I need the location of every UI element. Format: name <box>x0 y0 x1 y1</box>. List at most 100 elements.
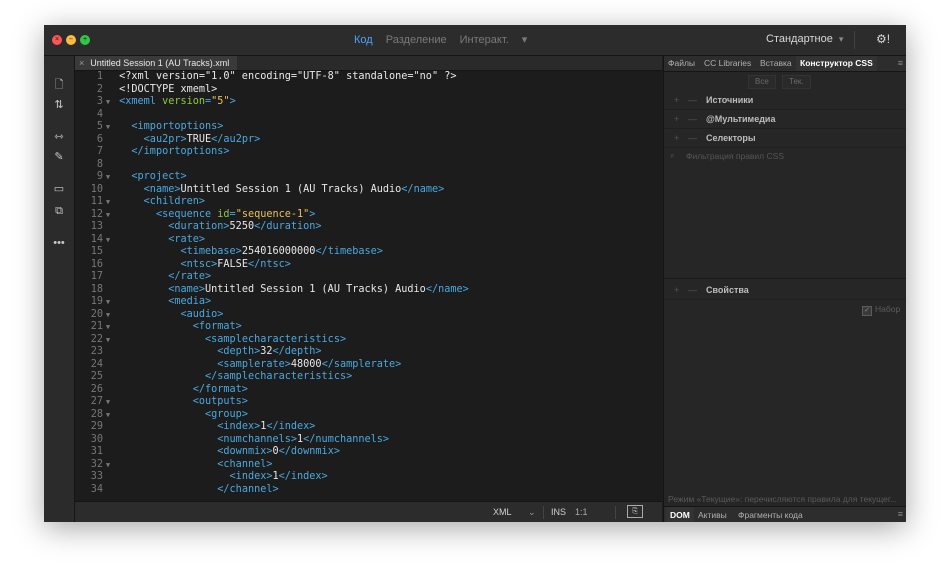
code-line[interactable]: 14 ▼ <rate> <box>75 234 205 247</box>
code-line[interactable]: 33 <index>1</index> <box>75 471 328 484</box>
minus-icon[interactable]: — <box>688 285 697 295</box>
tab-insert[interactable]: Вставка <box>760 56 792 71</box>
xml-tag: <children> <box>143 196 206 207</box>
code-line[interactable]: 4 <box>75 109 119 122</box>
chevron-down-icon[interactable]: ⌄ <box>528 507 536 518</box>
media-section[interactable]: + — @Мультимедиа <box>664 110 906 129</box>
code-line[interactable]: 16 <ntsc>FALSE</ntsc> <box>75 259 291 272</box>
code-line[interactable]: 5 ▼ <importoptions> <box>75 121 224 134</box>
minus-icon[interactable]: — <box>688 133 697 143</box>
link-icon[interactable]: ⇿ <box>50 128 68 146</box>
fold-arrow-icon[interactable]: ▼ <box>103 459 113 472</box>
close-icon[interactable]: × <box>79 58 84 68</box>
code-line[interactable]: 6 <au2pr>TRUE</au2pr> <box>75 134 260 147</box>
maximize-window-button[interactable]: + <box>80 35 90 45</box>
minus-icon[interactable]: — <box>688 114 697 124</box>
sources-section[interactable]: + — Источники <box>664 91 906 110</box>
fold-arrow-icon[interactable]: ▼ <box>103 171 113 184</box>
line-number: 30 <box>90 433 103 445</box>
mode-split-button[interactable]: Разделение <box>386 34 447 46</box>
preview-icon[interactable]: ⧉ <box>50 202 68 220</box>
code-line[interactable]: 25 </samplecharacteristics> <box>75 371 353 384</box>
code-line[interactable]: 22 ▼ <samplecharacteristics> <box>75 334 346 347</box>
code-line[interactable]: 9 ▼ <project> <box>75 171 187 184</box>
code-line[interactable]: 34 </channel> <box>75 484 279 497</box>
wand-icon[interactable]: ✎ <box>50 148 68 166</box>
code-line[interactable]: 18 <name>Untitled Session 1 (AU Tracks) … <box>75 284 469 297</box>
plus-icon[interactable]: + <box>674 133 679 143</box>
properties-section[interactable]: + — Свойства <box>664 281 906 300</box>
code-line[interactable]: 3 ▼ <xmeml version="5"> <box>75 96 236 109</box>
selectors-section[interactable]: + — Селекторы <box>664 129 906 148</box>
code-line[interactable]: 13 <duration>5250</duration> <box>75 221 322 234</box>
menu-icon[interactable]: ≡ <box>898 509 903 519</box>
code-line[interactable]: 19 ▼ <media> <box>75 296 211 309</box>
code-line[interactable]: 23 <depth>32</depth> <box>75 346 322 359</box>
code-line[interactable]: 2 <!DOCTYPE xmeml> <box>75 84 217 97</box>
tab-snippets[interactable]: Фрагменты кода <box>738 507 803 522</box>
plus-icon[interactable]: + <box>674 95 679 105</box>
fold-arrow-icon[interactable]: ▼ <box>103 196 113 209</box>
fold-arrow-icon[interactable]: ▼ <box>103 334 113 347</box>
code-editor[interactable]: × Untitled Session 1 (AU Tracks).xml 1 <?… <box>75 56 662 522</box>
close-window-button[interactable]: × <box>52 35 62 45</box>
fold-arrow-icon[interactable]: ▼ <box>103 396 113 409</box>
fold-arrow-icon[interactable]: ▼ <box>103 296 113 309</box>
insert-mode-indicator[interactable]: INS <box>551 507 566 517</box>
code-line[interactable]: 30 <numchannels>1</numchannels> <box>75 434 389 447</box>
code-line[interactable]: 29 <index>1</index> <box>75 421 316 434</box>
fold-arrow-icon[interactable]: ▼ <box>103 209 113 222</box>
code-line[interactable]: 31 <downmix>0</downmix> <box>75 446 340 459</box>
minus-icon[interactable]: — <box>688 95 697 105</box>
code-line[interactable]: 20 ▼ <audio> <box>75 309 224 322</box>
code-line[interactable]: 11 ▼ <children> <box>75 196 205 209</box>
sort-icon[interactable]: ⇅ <box>50 96 68 114</box>
show-all-button[interactable]: Все <box>748 75 776 89</box>
code-line[interactable]: 1 <?xml version="1.0" encoding="UTF-8" s… <box>75 71 457 84</box>
more-icon[interactable]: ••• <box>50 234 68 252</box>
tab-dom[interactable]: DOM <box>666 507 694 522</box>
code-line[interactable]: 27 ▼ <outputs> <box>75 396 248 409</box>
mode-code-button[interactable]: Код <box>354 34 373 46</box>
mode-interactive-button[interactable]: Интеракт. <box>460 34 509 46</box>
code-line[interactable]: 24 <samplerate>48000</samplerate> <box>75 359 402 372</box>
fold-arrow-icon[interactable]: ▼ <box>103 321 113 334</box>
show-set-checkbox[interactable]: ✓ Набор <box>862 304 900 316</box>
file-icon[interactable]: 🗋 <box>50 76 68 94</box>
live-view-icon[interactable]: ⎘ <box>627 505 643 518</box>
checkbox-icon[interactable]: ✓ <box>862 306 872 316</box>
plus-icon[interactable]: + <box>674 114 679 124</box>
tab-assets[interactable]: Активы <box>698 507 727 522</box>
code-line[interactable]: 15 <timebase>254016000000</timebase> <box>75 246 383 259</box>
comment-icon[interactable]: ▭ <box>50 180 68 198</box>
fold-arrow-icon[interactable]: ▼ <box>103 96 113 109</box>
code-area[interactable]: 1 <?xml version="1.0" encoding="UTF-8" s… <box>75 71 662 499</box>
plus-icon[interactable]: + <box>674 285 679 295</box>
code-line[interactable]: 28 ▼ <group> <box>75 409 248 422</box>
workspace-layout-dropdown[interactable]: Стандартное ▾ <box>766 33 843 45</box>
code-line[interactable]: 32 ▼ <channel> <box>75 459 273 472</box>
code-line[interactable]: 8 <box>75 159 119 172</box>
code-line[interactable]: 26 </format> <box>75 384 248 397</box>
tab-cc-libraries[interactable]: CC Libraries <box>704 56 751 71</box>
minimize-window-button[interactable]: – <box>66 35 76 45</box>
menu-icon[interactable]: ≡ <box>898 58 903 68</box>
gear-icon[interactable]: ⚙! <box>876 32 890 46</box>
tab-css-designer[interactable]: Конструктор CSS <box>796 56 877 71</box>
fold-arrow-icon[interactable]: ▼ <box>103 409 113 422</box>
xml-tag: <format> <box>192 321 242 332</box>
code-line[interactable]: 21 ▼ <format> <box>75 321 242 334</box>
show-current-button[interactable]: Тек. <box>782 75 811 89</box>
code-line[interactable]: 17 </rate> <box>75 271 211 284</box>
css-rule-filter[interactable]: ⌕ Фильтрация правил CSS <box>664 148 906 164</box>
code-line[interactable]: 12 ▼ <sequence id="sequence-1"> <box>75 209 316 222</box>
fold-arrow-icon[interactable]: ▼ <box>103 309 113 322</box>
language-selector[interactable]: XML <box>493 507 512 517</box>
code-line[interactable]: 10 <name>Untitled Session 1 (AU Tracks) … <box>75 184 445 197</box>
chevron-down-icon[interactable]: ▾ <box>522 34 528 46</box>
fold-arrow-icon[interactable]: ▼ <box>103 234 113 247</box>
fold-arrow-icon[interactable]: ▼ <box>103 121 113 134</box>
tab-files[interactable]: Файлы <box>668 56 695 71</box>
document-tab[interactable]: × Untitled Session 1 (AU Tracks).xml <box>75 56 238 70</box>
code-line[interactable]: 7 </importoptions> <box>75 146 230 159</box>
